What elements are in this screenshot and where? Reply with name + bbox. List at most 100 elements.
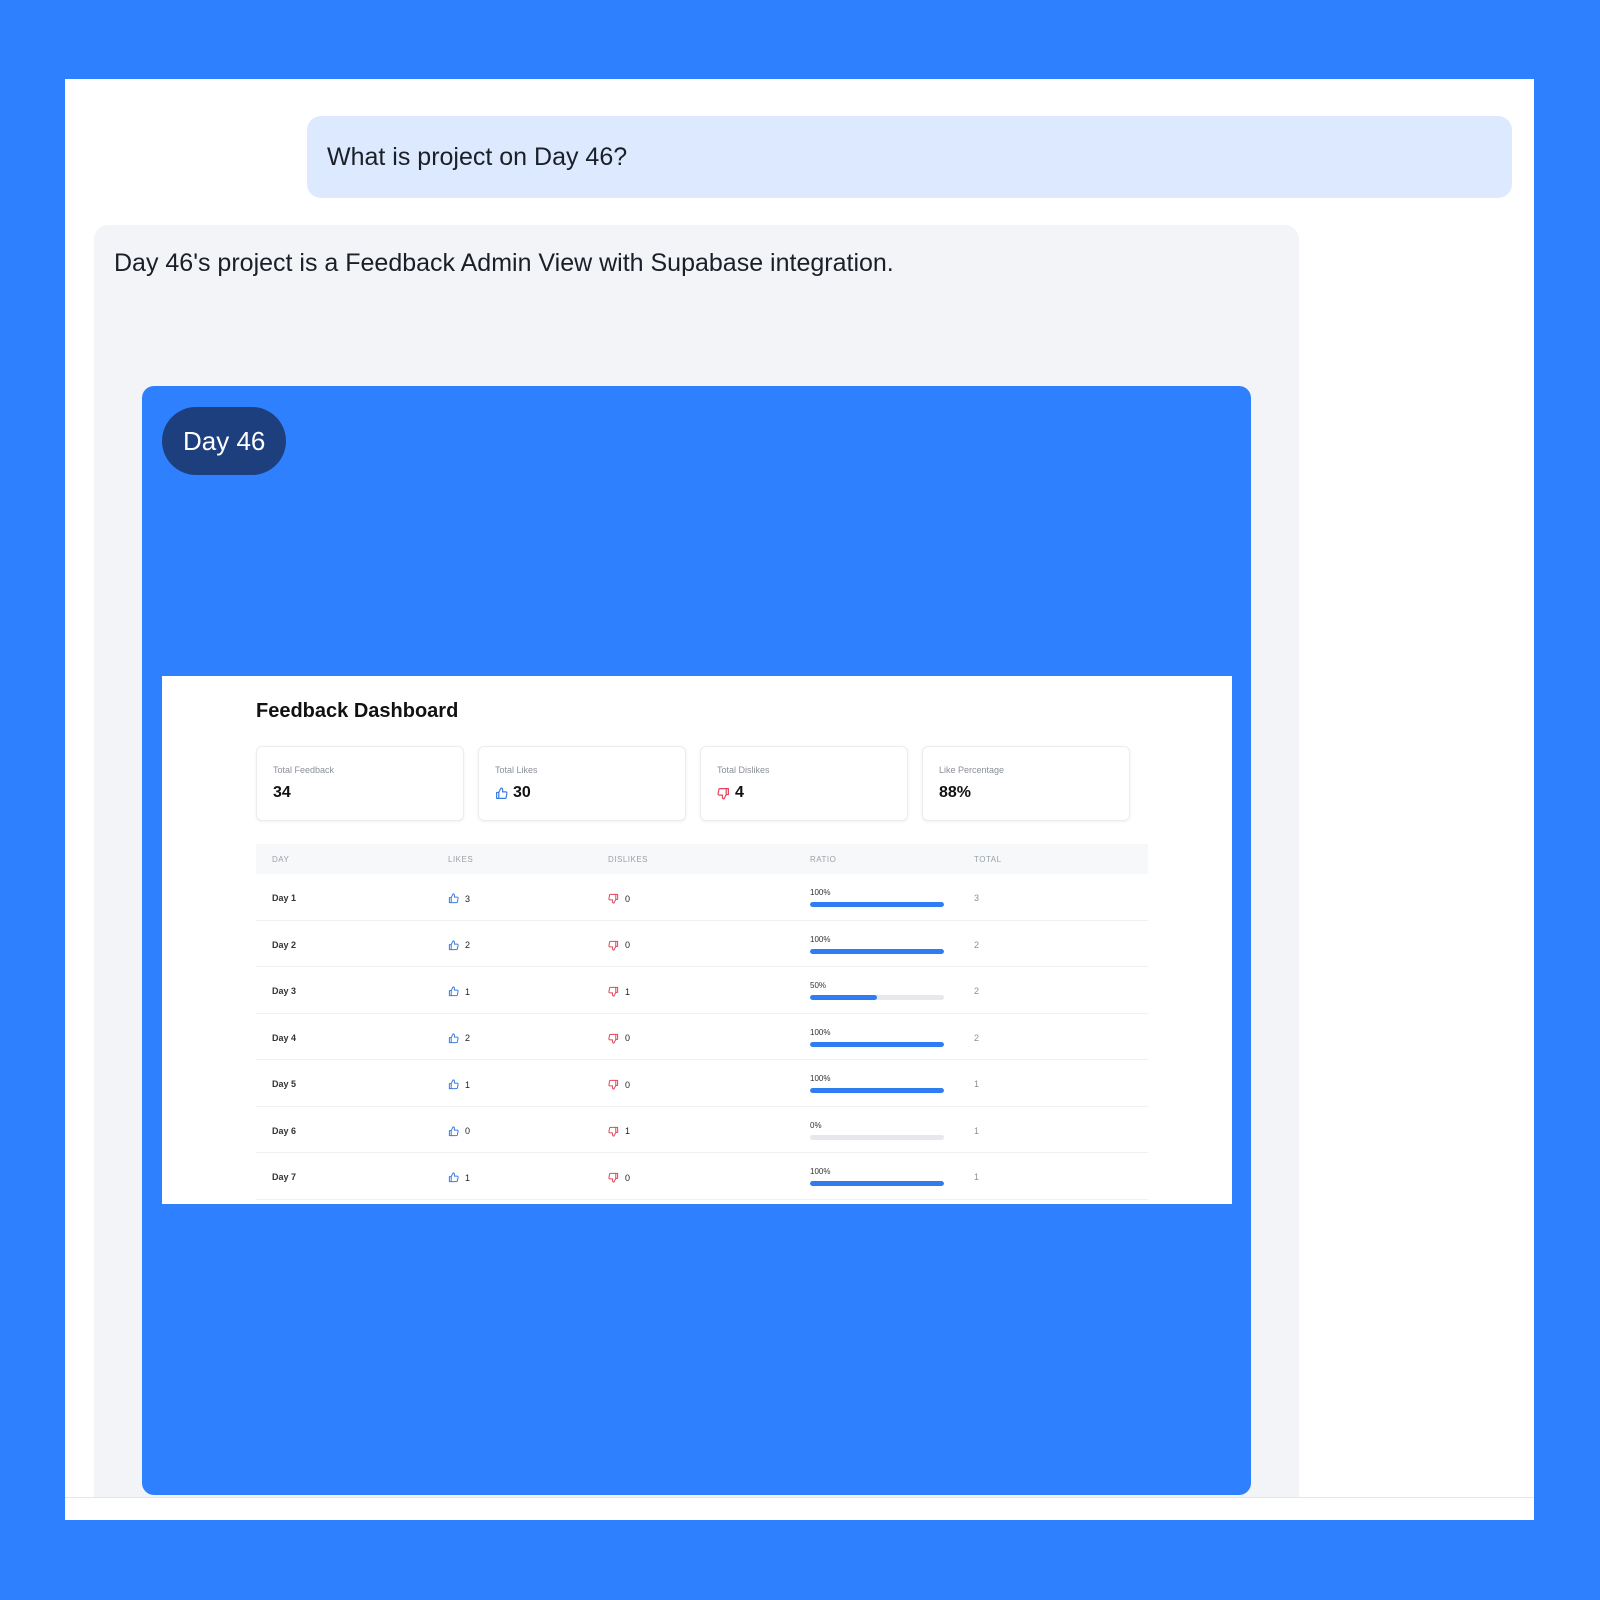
- cell-likes: 1: [448, 986, 470, 997]
- table-row: Day 5 1 0 100% 1: [256, 1060, 1148, 1107]
- stat-label: Total Feedback: [273, 765, 335, 775]
- cell-dislikes: 0: [608, 1079, 630, 1090]
- thumbs-down-icon: [717, 787, 730, 800]
- cell-dislikes: 0: [608, 1033, 630, 1044]
- stat-value: 4: [735, 784, 744, 801]
- cell-total: 2: [974, 939, 980, 950]
- stat-card-total-dislikes: Total Dislikes 4: [700, 746, 908, 821]
- stat-value: 34: [273, 784, 291, 801]
- cell-day: Day 2: [272, 939, 297, 950]
- assistant-message-bubble: Day 46's project is a Feedback Admin Vie…: [94, 225, 1299, 1497]
- thumbs-down-icon: [608, 1079, 619, 1090]
- cell-day: Day 4: [272, 1032, 297, 1043]
- ratio-bar: [810, 902, 944, 907]
- stat-value: 30: [513, 784, 531, 801]
- thumbs-up-icon: [448, 1125, 459, 1137]
- table-row: Day 2 2 0 100% 2: [256, 921, 1148, 967]
- dislikes-count: 0: [625, 1172, 631, 1183]
- dislikes-count: 0: [625, 1079, 631, 1090]
- dislikes-count: 0: [625, 1033, 631, 1043]
- ratio-bar-fill: [810, 1041, 944, 1047]
- ratio-label: 100%: [810, 934, 831, 944]
- table-row: Day 1 3 0 100% 3: [256, 874, 1148, 921]
- dashboard-title: Feedback Dashboard: [256, 700, 459, 722]
- stat-card-total-feedback: Total Feedback 34: [256, 746, 464, 821]
- project-preview-card[interactable]: Day 46 Feedback Dashboard Total Feedback…: [142, 386, 1251, 1495]
- table-row: Day 3 1 1 50% 2: [256, 967, 1148, 1014]
- cell-total: 2: [974, 986, 980, 996]
- thumbs-down-icon: [608, 1172, 619, 1183]
- thumbs-up-icon: [448, 893, 459, 904]
- likes-count: 1: [465, 1172, 471, 1183]
- cell-dislikes: 1: [608, 986, 630, 997]
- stat-value: 88%: [939, 784, 972, 801]
- stat-label: Total Likes: [495, 765, 538, 775]
- divider: [65, 1497, 1534, 1498]
- cell-total: 2: [974, 1032, 980, 1043]
- thumbs-down-icon: [608, 893, 619, 904]
- thumbs-down-icon: [608, 1033, 619, 1044]
- ratio-bar: [810, 1181, 944, 1186]
- thumbs-up-icon: [448, 1079, 459, 1090]
- likes-count: 1: [465, 986, 471, 997]
- chat-window: What is project on Day 46? Day 46's proj…: [65, 79, 1534, 1520]
- dislikes-count: 0: [625, 893, 631, 904]
- user-message-bubble: What is project on Day 46?: [307, 116, 1512, 198]
- cell-dislikes: 1: [608, 1126, 630, 1137]
- cell-dislikes: 0: [608, 1172, 630, 1183]
- likes-count: 3: [465, 893, 471, 904]
- cell-day: Day 5: [272, 1079, 297, 1089]
- ratio-bar-fill: [810, 902, 944, 907]
- likes-count: 0: [465, 1126, 471, 1136]
- column-header-ratio: RATIO: [810, 855, 837, 864]
- thumbs-down-icon: [608, 986, 619, 997]
- table-row: Day 6 0 1 0% 1: [256, 1107, 1148, 1153]
- column-header-dislikes: DISLIKES: [608, 855, 649, 864]
- ratio-label: 0%: [810, 1120, 822, 1130]
- thumbs-up-icon: [448, 1172, 459, 1183]
- stat-card-total-likes: Total Likes 30: [478, 746, 686, 821]
- thumbs-up-icon: [448, 1032, 459, 1044]
- column-header-total: TOTAL: [974, 855, 1002, 864]
- table-row: Day 7 1 0 100% 1: [256, 1153, 1148, 1200]
- ratio-bar: [810, 1134, 944, 1140]
- table-header: DAY LIKES DISLIKES RATIO TOTAL: [256, 844, 1148, 874]
- cell-dislikes: 0: [608, 893, 630, 904]
- ratio-label: 100%: [810, 888, 831, 897]
- cell-likes: 1: [448, 1079, 470, 1090]
- dislikes-count: 1: [625, 986, 631, 997]
- column-header-likes: LIKES: [448, 855, 474, 864]
- cell-likes: 2: [448, 1032, 471, 1044]
- ratio-bar: [810, 1088, 944, 1093]
- thumbs-up-icon: [448, 939, 459, 951]
- stat-label: Total Dislikes: [717, 765, 770, 775]
- cell-dislikes: 0: [608, 940, 630, 951]
- ratio-bar-fill: [810, 1088, 944, 1093]
- cell-day: Day 6: [272, 1125, 297, 1136]
- ratio-bar: [810, 1041, 944, 1047]
- ratio-bar-fill: [810, 995, 877, 1000]
- cell-likes: 2: [448, 939, 471, 951]
- likes-count: 2: [465, 1033, 471, 1043]
- feedback-table: DAY LIKES DISLIKES RATIO TOTAL Day 1 3 0 10…: [256, 844, 1148, 1200]
- ratio-bar: [810, 948, 944, 954]
- stat-card-like-percentage: Like Percentage 88%: [922, 746, 1130, 821]
- cell-total: 1: [974, 1079, 980, 1089]
- cell-total: 3: [974, 893, 980, 903]
- day-badge: Day 46: [162, 407, 287, 475]
- user-message-text: What is project on Day 46?: [327, 142, 628, 171]
- cell-total: 1: [974, 1172, 980, 1182]
- assistant-message-text: Day 46's project is a Feedback Admin Vie…: [114, 249, 894, 277]
- cell-total: 1: [974, 1125, 980, 1136]
- likes-count: 1: [465, 1079, 471, 1090]
- thumbs-up-icon: [448, 986, 459, 997]
- ratio-label: 50%: [810, 981, 827, 990]
- dislikes-count: 1: [625, 1126, 631, 1136]
- cell-day: Day 7: [272, 1172, 297, 1182]
- stat-label: Like Percentage: [939, 765, 1005, 775]
- likes-count: 2: [465, 940, 471, 950]
- ratio-bar: [810, 995, 944, 1000]
- cell-likes: 0: [448, 1125, 471, 1137]
- cell-likes: 3: [448, 893, 470, 904]
- ratio-bar-fill: [810, 948, 944, 954]
